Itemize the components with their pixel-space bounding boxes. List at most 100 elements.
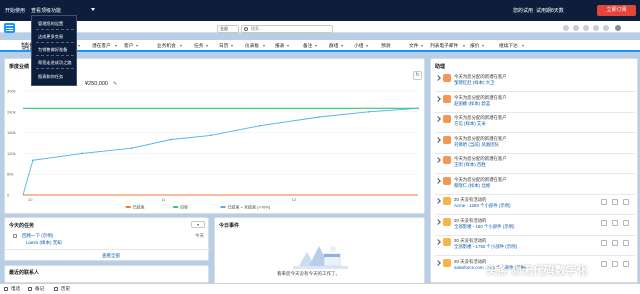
assistant-item[interactable]: 30 天没有活动的 Acme - 1250 个小部件 (示例): [431, 195, 639, 215]
nav-tab[interactable]: 群组: [329, 43, 338, 49]
chevron-down-icon[interactable]: [136, 45, 139, 47]
chevron-right-icon[interactable]: [435, 95, 441, 102]
help-icon[interactable]: [583, 25, 589, 31]
view-all-tasks-link[interactable]: 查看全部: [102, 253, 120, 259]
chevron-down-icon[interactable]: [366, 45, 369, 47]
nav-tab[interactable]: 预测: [381, 43, 390, 49]
nav-tab[interactable]: 客户: [124, 43, 133, 49]
assistant-item-link[interactable]: 全部影楼 - 160 个小部件 (示例): [454, 224, 515, 230]
nav-tab[interactable]: 列表电子邮件: [430, 43, 458, 49]
task-icon[interactable]: [612, 240, 618, 246]
chevron-down-icon[interactable]: ▾: [191, 221, 205, 228]
assistant-item-link[interactable]: 王明 (样本) 百胜: [454, 162, 486, 168]
utility-history[interactable]: 历史: [61, 286, 70, 292]
edit-icon[interactable]: [601, 219, 607, 226]
nav-tab[interactable]: 日历: [219, 43, 228, 49]
chevron-right-icon[interactable]: [435, 239, 441, 245]
assistant-item-link[interactable]: 邹建红赶 (样本) 大卫: [454, 80, 495, 86]
nav-tab[interactable]: 文件: [409, 43, 418, 49]
nav-tab[interactable]: 业务机会: [157, 43, 176, 49]
assistant-item[interactable]: 今天为您分配的新潜在客户 蔡晓仁 (样本) 北極: [431, 175, 639, 195]
assistant-item-link[interactable]: 蔡晓仁 (样本) 北極: [454, 183, 490, 189]
menu-item-success-path[interactable]: 帮您走进成功之路: [38, 60, 72, 66]
task-name[interactable]: 回顾一下 (示例): [22, 233, 53, 239]
task-icon[interactable]: [612, 199, 618, 205]
setup-gear-icon[interactable]: [593, 25, 599, 31]
chevron-right-icon[interactable]: [435, 198, 441, 204]
menu-item-close-deals[interactable]: 达成更多交易: [38, 34, 63, 40]
chevron-down-icon[interactable]: [77, 45, 80, 47]
chevron-down-icon[interactable]: [341, 45, 344, 47]
notifications-bell-icon[interactable]: [603, 25, 609, 31]
lead-icon: [443, 74, 451, 82]
assistant-item-link[interactable]: 全部影楼 - 1750 个小部件 (示例): [454, 244, 517, 250]
chevron-right-icon[interactable]: [435, 157, 441, 163]
chevron-down-icon[interactable]: [91, 8, 95, 11]
event-icon[interactable]: [623, 199, 629, 205]
refresh-icon[interactable]: ↻: [413, 71, 422, 80]
chevron-down-icon[interactable]: [114, 45, 117, 47]
assistant-item[interactable]: 今天为您分配的新潜在客户 刘佛哈 (当前) 凤凰团队: [431, 134, 639, 154]
menu-item-charts-tasks[interactable]: 图表和你任务: [38, 74, 63, 80]
chevron-down-icon[interactable]: [206, 45, 209, 47]
app-launcher-icon[interactable]: [4, 23, 15, 33]
chevron-down-icon[interactable]: [521, 45, 524, 47]
trial-days-label: 试用期8天数: [536, 8, 564, 14]
chevron-down-icon[interactable]: [287, 45, 290, 47]
assistant-item[interactable]: 今天为您分配的新潜在客户 王明 (样本) 百胜: [431, 154, 639, 174]
chevron-down-icon[interactable]: [179, 45, 182, 47]
add-icon[interactable]: [573, 25, 579, 31]
nav-tab[interactable]: 报表: [275, 43, 284, 49]
chevron-down-icon[interactable]: [463, 45, 466, 47]
nav-tab[interactable]: 任务: [194, 43, 203, 49]
get-started-link[interactable]: 开始使用: [5, 7, 25, 14]
assistant-item-link[interactable]: Acme - 1250 个小部件 (示例): [454, 203, 511, 209]
chevron-right-icon[interactable]: [435, 218, 441, 225]
task-related-to[interactable]: Lianm (样本) 无知: [26, 240, 62, 246]
global-search-input[interactable]: 搜索...: [241, 25, 333, 33]
assistant-item[interactable]: 今天为您分配的新潜在客户 邹建红赶 (样本) 大卫: [431, 72, 639, 92]
assistant-item-link[interactable]: 刘佛哈 (当前) 凤凰团队: [454, 142, 499, 148]
event-icon[interactable]: [623, 260, 629, 267]
top-features-menu[interactable]: 查看顶级功能: [31, 7, 61, 14]
nav-tab[interactable]: 仪表板: [245, 43, 259, 49]
subscribe-button[interactable]: 立即订阅: [597, 5, 636, 16]
chevron-right-icon[interactable]: [435, 116, 441, 122]
events-card: 今日事件 看来您今天没有今天的工作了。: [214, 217, 425, 285]
assistant-item[interactable]: 今天为您分配的新潜在客户 方信 (样本) 艾米: [431, 113, 639, 133]
event-icon[interactable]: [623, 240, 629, 246]
chevron-down-icon[interactable]: [421, 45, 424, 47]
task-checkbox[interactable]: [13, 234, 17, 238]
assistant-item[interactable]: 30 天没有活动的 全部影楼 - 160 个小部件 (示例): [431, 216, 639, 236]
chevron-right-icon[interactable]: [435, 136, 441, 143]
menu-item-settings[interactable]: 管理您的设置: [38, 21, 63, 27]
chevron-right-icon[interactable]: [435, 177, 441, 184]
assistant-item[interactable]: 今天为您分配的新潜在客户 赵丽娜 (样本) 蔚蓝: [431, 93, 639, 113]
nav-tab[interactable]: 继续下达: [499, 43, 518, 49]
nav-tab[interactable]: 小组: [354, 43, 363, 49]
favorites-icon[interactable]: [563, 25, 569, 31]
nav-tab[interactable]: 备注: [303, 43, 312, 49]
chevron-down-icon[interactable]: [482, 45, 485, 47]
event-icon[interactable]: [623, 219, 629, 226]
nav-tab[interactable]: 报价: [470, 43, 479, 49]
avatar[interactable]: [615, 25, 621, 31]
nav-tab[interactable]: 潜在客户: [92, 43, 111, 49]
chevron-down-icon[interactable]: [262, 45, 265, 47]
edit-icon[interactable]: [601, 240, 607, 246]
assistant-item-link[interactable]: 赵丽娜 (样本) 蔚蓝: [454, 101, 490, 107]
task-icon[interactable]: [612, 219, 618, 226]
chevron-down-icon[interactable]: [315, 45, 318, 47]
chevron-right-icon[interactable]: [435, 259, 441, 266]
assistant-item[interactable]: 30 天没有活动的 全部影楼 - 1750 个小部件 (示例): [431, 236, 639, 256]
menu-item-sales-ready[interactable]: 为销售做好准备: [38, 47, 67, 53]
assistant-item-link[interactable]: 方信 (样本) 艾米: [454, 121, 486, 127]
chevron-down-icon[interactable]: [231, 45, 234, 47]
utility-notes[interactable]: 备记: [35, 286, 44, 292]
edit-icon[interactable]: [601, 199, 607, 205]
edit-icon[interactable]: [601, 260, 607, 267]
chevron-right-icon[interactable]: [435, 75, 441, 81]
search-scope-select[interactable]: 全部: [217, 25, 239, 33]
task-icon[interactable]: [612, 260, 618, 267]
utility-phone[interactable]: 电话: [11, 286, 20, 292]
